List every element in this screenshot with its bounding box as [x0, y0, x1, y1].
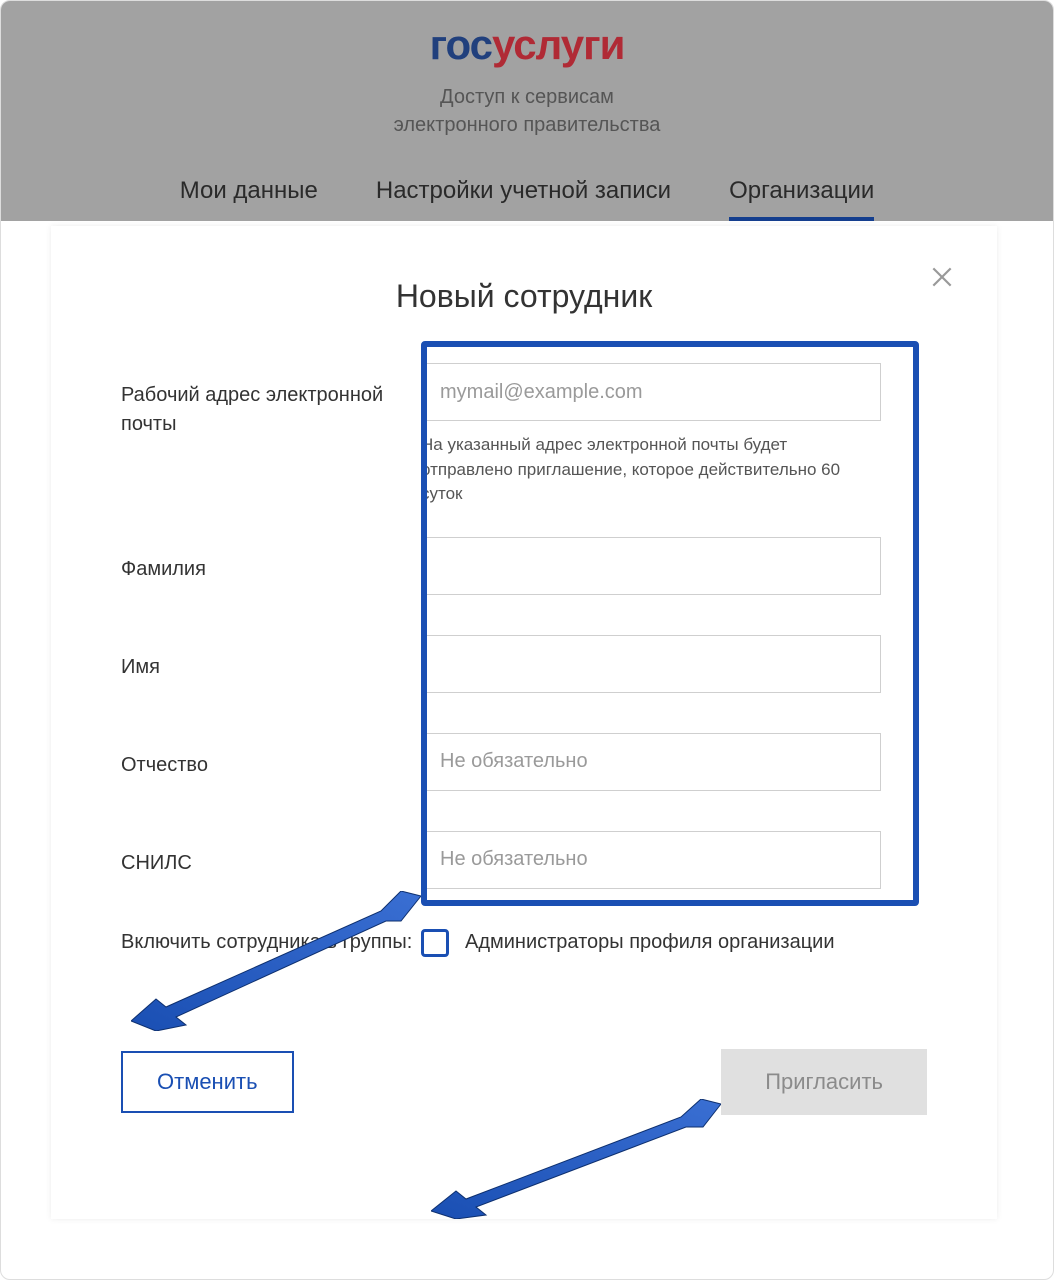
- tab-my-data[interactable]: Мои данные: [180, 177, 318, 221]
- header-subtitle: Доступ к сервисам электронного правитель…: [1, 83, 1053, 139]
- firstname-input[interactable]: [421, 635, 881, 693]
- email-label: Рабочий адрес электронной почты: [121, 363, 421, 439]
- snils-input[interactable]: [421, 831, 881, 889]
- admin-group-label: Администраторы профиля организации: [465, 931, 835, 954]
- cancel-button[interactable]: Отменить: [121, 1051, 294, 1113]
- snils-label: СНИЛС: [121, 831, 421, 878]
- groups-label: Включить сотрудника в группы:: [121, 931, 421, 954]
- page-header: госуслуги Доступ к сервисам электронного…: [1, 1, 1053, 221]
- lastname-label: Фамилия: [121, 537, 421, 584]
- middlename-input[interactable]: [421, 733, 881, 791]
- logo-part1: гос: [430, 21, 492, 68]
- logo: госуслуги: [1, 21, 1053, 69]
- new-employee-modal: Новый сотрудник Рабочий адрес электронно…: [51, 226, 997, 1219]
- email-hint: На указанный адрес электронной почты буд…: [421, 433, 881, 507]
- admin-group-checkbox[interactable]: [421, 929, 449, 957]
- firstname-label: Имя: [121, 635, 421, 682]
- tabs: Мои данные Настройки учетной записи Орга…: [1, 177, 1053, 221]
- middlename-label: Отчество: [121, 733, 421, 780]
- logo-part2: услуги: [492, 21, 624, 68]
- close-icon: [929, 264, 955, 290]
- invite-button[interactable]: Пригласить: [721, 1049, 927, 1115]
- tab-organizations[interactable]: Организации: [729, 177, 874, 221]
- lastname-input[interactable]: [421, 537, 881, 595]
- email-input[interactable]: [421, 363, 881, 421]
- tab-account-settings[interactable]: Настройки учетной записи: [376, 177, 671, 221]
- close-button[interactable]: [929, 264, 955, 295]
- modal-title: Новый сотрудник: [121, 278, 927, 315]
